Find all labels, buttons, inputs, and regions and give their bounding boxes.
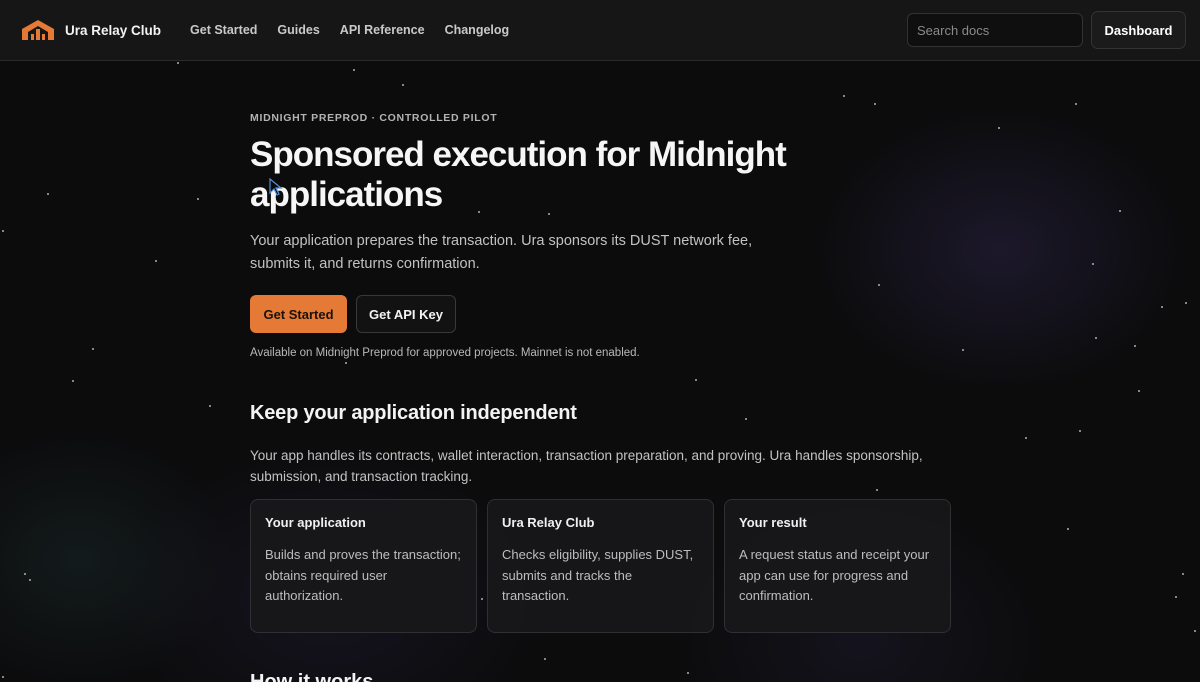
card-body: A request status and receipt your app ca… [739,547,930,603]
star-dot [745,418,747,420]
hero-title: Sponsored execution for Midnight applica… [250,135,787,214]
star-dot [2,230,4,232]
star-dot [876,489,878,491]
star-dot [687,672,689,674]
star-dot [345,362,347,364]
star-dot [29,579,31,581]
card-body: Checks eligibility, supplies DUST, submi… [502,547,694,603]
nav-link-guides[interactable]: Guides [277,23,319,37]
top-navbar: Ura Relay Club Get Started Guides API Re… [0,0,1200,61]
star-dot [1175,596,1177,598]
star-dot [878,284,880,286]
mouse-cursor-icon [269,178,283,196]
star-dot [24,573,26,575]
star-dot [72,380,74,382]
card-title: Ura Relay Club [502,515,595,530]
star-dot [92,348,94,350]
star-dot [1134,345,1136,347]
nav-link-get-started[interactable]: Get Started [190,23,257,37]
star-dot [177,62,179,64]
get-api-key-button[interactable]: Get API Key [356,295,456,333]
star-dot [1161,306,1163,308]
card-ura-relay-club: Ura Relay Club Checks eligibility, suppl… [487,499,714,633]
search-box [907,13,1083,47]
brand-name: Ura Relay Club [65,22,162,38]
section-title-how-it-works: How it works [250,671,374,682]
star-dot [1119,210,1121,212]
star-dot [402,84,404,86]
star-dot [1067,528,1069,530]
star-dot [1138,390,1140,392]
star-dot [695,379,697,381]
star-dot [1095,337,1097,339]
star-dot [1092,263,1094,265]
card-your-result: Your result A request status and receipt… [724,499,951,633]
hero-subtitle: Your application prepares the transactio… [250,233,753,272]
feature-cards: Your application Builds and proves the t… [250,499,961,633]
get-started-button[interactable]: Get Started [250,295,347,333]
star-dot [1025,437,1027,439]
star-dot [47,193,49,195]
star-dot [544,658,546,660]
star-dot [1185,302,1187,304]
section-body-independent: Your app handles its contracts, wallet i… [250,448,923,484]
star-dot [353,69,355,71]
section-title-independent: Keep your application independent [250,402,577,424]
star-dot [998,127,1000,129]
star-dot [209,405,211,407]
card-title: Your result [739,515,807,530]
availability-note: Available on Midnight Preprod for approv… [250,347,640,359]
main-nav: Get Started Guides API Reference Changel… [190,23,529,37]
star-dot [1194,630,1196,632]
star-dot [962,349,964,351]
card-title: Your application [265,515,366,530]
dashboard-button[interactable]: Dashboard [1091,11,1186,49]
ura-logo-icon [22,20,54,40]
star-dot [155,260,157,262]
nav-link-changelog[interactable]: Changelog [445,23,510,37]
star-dot [843,95,845,97]
star-dot [874,103,876,105]
brand-link[interactable]: Ura Relay Club [21,19,161,41]
hero-eyebrow: MIDNIGHT PREPROD · CONTROLLED PILOT [250,112,498,124]
nav-link-api-reference[interactable]: API Reference [340,23,425,37]
card-body: Builds and proves the transaction; obtai… [265,547,461,603]
star-dot [1079,430,1081,432]
star-dot [1075,103,1077,105]
card-your-application: Your application Builds and proves the t… [250,499,477,633]
star-dot [2,676,4,678]
star-dot [1182,573,1184,575]
cta-row: Get Started Get API Key [250,295,456,333]
search-input[interactable] [917,22,1082,38]
star-dot [197,198,199,200]
